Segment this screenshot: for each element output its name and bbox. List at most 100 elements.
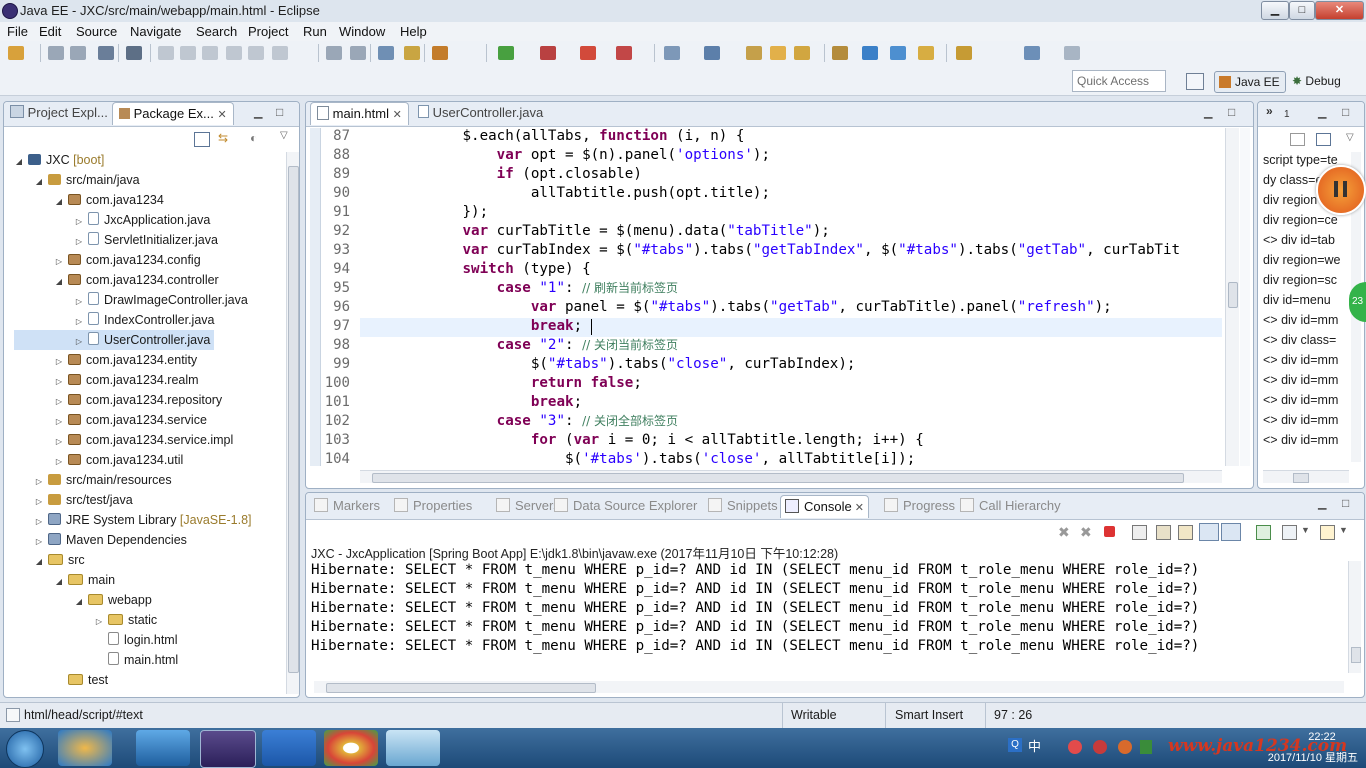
code-line[interactable]: $('#tabs').tabs('close', allTabtitle[i])… <box>360 450 1222 469</box>
toolbar-icon[interactable] <box>248 46 264 60</box>
tree-item[interactable]: ◢ src <box>14 550 85 570</box>
tree-item[interactable]: ▷ src/main/resources <box>14 470 172 490</box>
tree-item[interactable]: ▷ JRE System Library [JavaSE-1.8] <box>14 510 252 530</box>
tree-item[interactable]: ▷ com.java1234.util <box>14 450 183 470</box>
tree-item[interactable]: ▷ static <box>14 610 157 630</box>
tree-item[interactable]: ▷ com.java1234.entity <box>14 350 197 370</box>
input-method-icon[interactable]: Q <box>1008 738 1022 752</box>
pin-console-icon[interactable] <box>1256 525 1271 540</box>
collapse-arrow-icon[interactable]: ▷ <box>74 332 84 352</box>
outline-view-menu-icon[interactable]: ▽ <box>1346 132 1354 143</box>
outline-item[interactable]: div region=ce <box>1263 210 1338 230</box>
toolbar-icon[interactable] <box>794 46 810 60</box>
taskbar-dolphin-icon[interactable] <box>136 730 190 766</box>
maximize-editor-icon[interactable]: □ <box>1228 105 1235 119</box>
sort-icon[interactable] <box>1290 133 1305 146</box>
code-line[interactable]: case "1": // 刷新当前标签页 <box>360 279 1222 298</box>
tree-item[interactable]: test <box>14 670 108 690</box>
taskbar-eclipse-icon[interactable] <box>200 730 256 768</box>
clock-time[interactable]: 22:22 <box>1302 731 1342 743</box>
tree-item[interactable]: ▷ IndexController.java <box>14 310 214 330</box>
tree-item[interactable]: ▷ UserController.java <box>14 330 215 352</box>
collapse-arrow-icon[interactable]: ▷ <box>74 292 84 312</box>
tray-icon[interactable] <box>1118 740 1132 754</box>
collapse-arrow-icon[interactable]: ▷ <box>54 252 64 272</box>
tab-call-hierarchy[interactable]: Call Hierarchy <box>956 495 1065 517</box>
toolbar-icon[interactable] <box>704 46 720 60</box>
toolbar-icon[interactable] <box>326 46 342 60</box>
menu-file[interactable]: File <box>7 24 28 39</box>
outline-item[interactable]: div id=menu <box>1263 290 1331 310</box>
toolbar-icon[interactable] <box>1024 46 1040 60</box>
code-line[interactable]: var curTabTitle = $(menu).data("tabTitle… <box>360 222 1222 241</box>
code-line[interactable]: var opt = $(n).panel('options'); <box>360 146 1222 165</box>
toolbar-icon[interactable] <box>540 46 556 60</box>
collapse-arrow-icon[interactable]: ▷ <box>34 472 44 492</box>
clock-date[interactable]: 2017/11/10 星期五 <box>1238 749 1358 765</box>
tree-item[interactable]: ◢ webapp <box>14 590 152 610</box>
toolbar-icon[interactable] <box>158 46 174 60</box>
expand-arrow-icon[interactable]: ◢ <box>34 552 44 572</box>
toolbar-icon[interactable] <box>956 46 972 60</box>
tree-item[interactable]: ◢ com.java1234 <box>14 190 164 210</box>
editor-hscroll-thumb[interactable] <box>372 473 1184 483</box>
toolbar-icon[interactable] <box>1064 46 1080 60</box>
outline-item[interactable]: <> div id=mm <box>1263 370 1338 390</box>
toolbar-icon[interactable] <box>378 46 394 60</box>
show-console-stdout-icon[interactable] <box>1199 523 1219 541</box>
tree-item[interactable]: ▷ com.java1234.repository <box>14 390 222 410</box>
expand-arrow-icon[interactable]: ◢ <box>54 192 64 212</box>
code-line[interactable]: var curTabIndex = $("#tabs").tabs("getTa… <box>360 241 1222 260</box>
remove-all-launches-icon[interactable]: ✖ <box>1080 524 1092 541</box>
tray-icon[interactable] <box>1093 740 1107 754</box>
open-perspective-icon[interactable] <box>1186 73 1204 90</box>
collapse-arrow-icon[interactable]: ▷ <box>54 392 64 412</box>
expand-arrow-icon[interactable]: ◢ <box>54 572 64 592</box>
outline-item[interactable]: div region <box>1263 190 1317 210</box>
collapse-arrow-icon[interactable]: ▷ <box>74 232 84 252</box>
tab-properties[interactable]: Properties <box>390 495 476 517</box>
outline-item[interactable]: <> div id=mm <box>1263 390 1338 410</box>
open-console-icon[interactable] <box>1320 525 1335 540</box>
expand-arrow-icon[interactable]: ◢ <box>54 272 64 292</box>
expand-arrow-icon[interactable]: ◢ <box>34 172 44 192</box>
more-views-icon[interactable]: » <box>1266 104 1273 118</box>
pause-recording-button[interactable] <box>1316 165 1366 215</box>
quick-access-input[interactable]: Quick Access <box>1072 70 1166 92</box>
toolbar-icon[interactable] <box>616 46 632 60</box>
code-line[interactable]: return false; <box>360 374 1222 393</box>
console-hscroll-thumb[interactable] <box>326 683 596 693</box>
toolbar-icon[interactable] <box>770 46 786 60</box>
maximize-outline-icon[interactable]: □ <box>1342 105 1349 119</box>
link-with-editor-icon[interactable]: ⇆ <box>218 132 232 145</box>
tab-markers[interactable]: Markers <box>310 495 384 517</box>
console-vscroll-thumb[interactable] <box>1351 647 1361 663</box>
perspective-java-ee-button[interactable]: Java EE <box>1214 71 1286 93</box>
tab-package-explorer[interactable]: Package Ex... ✕ <box>112 102 234 125</box>
outline-item[interactable]: div region=we <box>1263 250 1340 270</box>
menu-search[interactable]: Search <box>196 24 237 39</box>
collapse-arrow-icon[interactable]: ▷ <box>54 372 64 392</box>
editor-vscroll-thumb[interactable] <box>1228 282 1238 308</box>
maximize-console-icon[interactable]: □ <box>1342 496 1349 510</box>
tree-item[interactable]: ▷ src/test/java <box>14 490 133 510</box>
tree-item[interactable]: ▷ JxcApplication.java <box>14 210 210 230</box>
minimize-button[interactable]: ▁ <box>1261 1 1289 20</box>
outline-item[interactable]: <> div id=mm <box>1263 310 1338 330</box>
toolbar-icon[interactable] <box>404 46 420 60</box>
perspective-debug-button[interactable]: ✸ Debug <box>1292 71 1341 91</box>
toolbar-icon[interactable] <box>832 46 848 60</box>
toolbar-icon[interactable] <box>664 46 680 60</box>
outline-item[interactable]: <> div id=mm <box>1263 410 1338 430</box>
remove-launch-icon[interactable]: ✖ <box>1058 524 1070 541</box>
taskbar-wps-icon[interactable] <box>262 730 316 766</box>
code-line[interactable]: case "3": // 关闭全部标签页 <box>360 412 1222 431</box>
outline-item[interactable]: script type=te <box>1263 150 1338 170</box>
tree-item[interactable]: ▷ com.java1234.service.impl <box>14 430 233 450</box>
tab-data-source-explorer[interactable]: Data Source Explorer <box>550 495 701 517</box>
tree-item[interactable]: ◢ JXC [boot] <box>14 150 104 170</box>
tree-item[interactable]: login.html <box>14 630 178 650</box>
collapse-arrow-icon[interactable]: ▷ <box>54 432 64 452</box>
tree-item[interactable]: ▷ ServletInitializer.java <box>14 230 218 250</box>
outline-item[interactable]: <> div class= <box>1263 330 1336 350</box>
